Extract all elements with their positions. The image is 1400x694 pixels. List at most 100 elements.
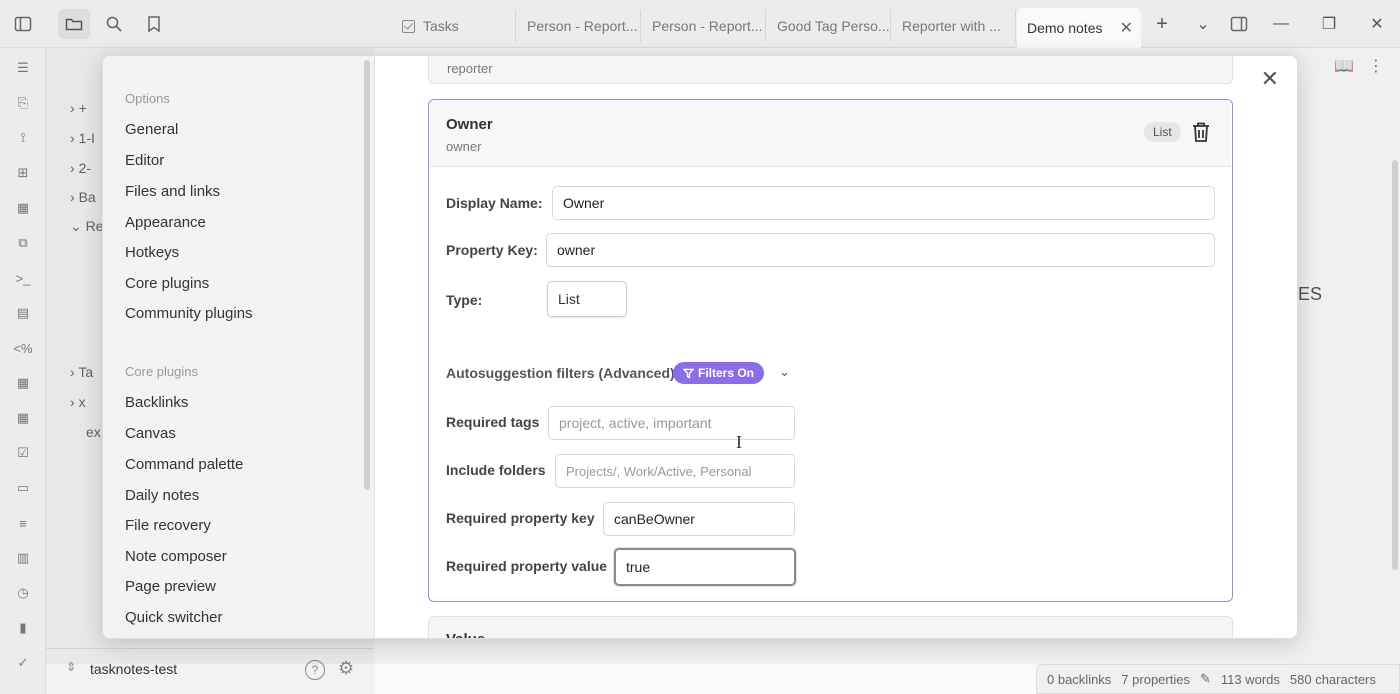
trash-icon[interactable] xyxy=(1191,121,1211,143)
nav-item-canvas[interactable]: Canvas xyxy=(125,425,176,442)
nav-item-editor[interactable]: Editor xyxy=(125,152,164,169)
tab-person-report-2[interactable]: Person - Report... xyxy=(642,10,766,42)
folder-icon[interactable] xyxy=(58,9,90,39)
word-count: 113 words xyxy=(1220,671,1280,687)
tab-demo-notes[interactable]: Demo notes ✕ xyxy=(1017,8,1141,48)
required-property-key-input[interactable] xyxy=(603,502,795,536)
nav-item-file-recovery[interactable]: File recovery xyxy=(125,517,211,534)
copy-icon[interactable]: ⧉ xyxy=(11,231,35,255)
nav-item-hotkeys[interactable]: Hotkeys xyxy=(125,244,179,261)
card-key: owner xyxy=(446,139,482,154)
include-folders-input[interactable] xyxy=(555,454,795,488)
status-bar: 0 backlinks 7 properties ✎ 113 words 580… xyxy=(1036,664,1400,694)
tab-tasks[interactable]: Tasks xyxy=(392,10,516,42)
settings-content: reporter Owner owner List Display Name: … xyxy=(375,56,1297,638)
checkbox-icon xyxy=(402,19,415,33)
tab-person-report-1[interactable]: Person - Report... xyxy=(517,10,641,42)
nav-heading-options: Options xyxy=(125,91,170,106)
required-tags-label: Required tags xyxy=(446,414,540,430)
nav-item-backlinks[interactable]: Backlinks xyxy=(125,394,188,411)
type-label: Type: xyxy=(446,292,483,308)
terminal-icon[interactable]: >_ xyxy=(11,266,35,290)
tab-good-tag-person[interactable]: Good Tag Perso... xyxy=(767,10,891,42)
filters-on-badge[interactable]: Filters On xyxy=(673,362,765,384)
nav-heading-core-plugins: Core plugins xyxy=(125,364,198,379)
minimize-icon[interactable]: — xyxy=(1268,12,1294,36)
new-tab-button[interactable]: + xyxy=(1149,12,1175,36)
type-badge: List xyxy=(1144,122,1181,142)
settings-nav: Options General Editor Files and links A… xyxy=(103,56,375,638)
layout-icon[interactable]: ▤ xyxy=(11,301,35,325)
edit-mode-icon[interactable]: ✎ xyxy=(1200,671,1211,687)
right-sidebar-toggle-icon[interactable] xyxy=(1226,12,1252,36)
display-name-input[interactable] xyxy=(552,186,1215,220)
graph-icon[interactable]: ⟟ xyxy=(11,126,35,150)
close-window-icon[interactable]: ✕ xyxy=(1364,12,1390,36)
bullet-list-icon[interactable]: ≡ xyxy=(11,511,35,535)
property-card-owner: Owner owner List Display Name: Property … xyxy=(428,99,1233,602)
template-icon[interactable]: <% xyxy=(11,336,35,360)
nav-item-note-composer[interactable]: Note composer xyxy=(125,548,227,565)
settings-modal: Options General Editor Files and links A… xyxy=(102,55,1298,639)
text-cursor-icon: I xyxy=(736,432,742,452)
nav-item-community-plugins[interactable]: Community plugins xyxy=(125,305,253,322)
calendar-days-icon[interactable]: ▦ xyxy=(11,406,35,430)
nav-item-quick-switcher[interactable]: Quick switcher xyxy=(125,609,223,626)
property-card-reporter: reporter xyxy=(428,56,1233,84)
nav-item-daily-notes[interactable]: Daily notes xyxy=(125,487,199,504)
filter-icon xyxy=(683,368,694,379)
nav-item-files-and-links[interactable]: Files and links xyxy=(125,183,220,200)
character-count: 580 characters xyxy=(1289,671,1376,687)
list-icon[interactable]: ☰ xyxy=(11,56,35,80)
nav-item-command-palette[interactable]: Command palette xyxy=(125,456,243,473)
calendar-plus-icon[interactable]: ▦ xyxy=(11,371,35,395)
filters-badge-label: Filters On xyxy=(698,366,755,380)
include-folders-label: Include folders xyxy=(446,462,546,478)
close-tab-icon[interactable]: ✕ xyxy=(1120,18,1133,38)
tab-label: Person - Report... xyxy=(652,18,763,34)
calendar-icon[interactable]: ▦ xyxy=(11,196,35,220)
property-key-input[interactable] xyxy=(546,233,1215,267)
tab-label: Good Tag Perso... xyxy=(777,18,890,34)
chart-icon[interactable]: ▮ xyxy=(11,616,35,640)
required-property-key-label: Required property key xyxy=(446,510,595,526)
property-card-value: Value xyxy=(428,616,1233,638)
property-key: reporter xyxy=(447,61,493,76)
left-ribbon: ☰ ⎘ ⟟ ⊞ ▦ ⧉ >_ ▤ <% ▦ ▦ ☑ ▭ ≡ ▥ ◷ ▮ ✓ xyxy=(0,48,46,694)
timer-icon[interactable]: ◷ xyxy=(11,581,35,605)
expand-chevron-icon[interactable]: ⌄ xyxy=(779,364,790,380)
nav-item-appearance[interactable]: Appearance xyxy=(125,214,206,231)
tab-label: Tasks xyxy=(423,18,459,34)
required-property-value-label: Required property value xyxy=(446,558,608,574)
file-icon[interactable]: ▭ xyxy=(11,476,35,500)
required-tags-input[interactable] xyxy=(548,406,795,440)
card-title: Owner xyxy=(446,116,493,133)
card-title: Value xyxy=(446,631,485,638)
nav-item-general[interactable]: General xyxy=(125,121,178,138)
check-all-icon[interactable]: ✓ xyxy=(11,651,35,675)
bookmark-icon[interactable] xyxy=(142,12,166,36)
tab-label: Person - Report... xyxy=(527,18,638,34)
file-export-icon[interactable]: ⎘ xyxy=(11,91,35,115)
grid-icon[interactable]: ⊞ xyxy=(11,161,35,185)
type-select[interactable]: List xyxy=(547,281,627,317)
card-header[interactable]: Owner owner List xyxy=(429,100,1231,167)
required-property-value-input[interactable] xyxy=(614,548,796,586)
title-bar: Tasks Person - Report... Person - Report… xyxy=(0,0,1400,48)
restore-icon[interactable]: ❐ xyxy=(1316,12,1342,36)
sidebar-toggle-icon[interactable] xyxy=(11,12,35,36)
tab-list-chevron-icon[interactable]: ⌄ xyxy=(1190,12,1216,36)
properties-count: 7 properties xyxy=(1121,671,1190,687)
task-check-icon[interactable]: ☑ xyxy=(11,441,35,465)
nav-scrollbar[interactable] xyxy=(364,60,370,490)
display-name-label: Display Name: xyxy=(446,195,543,211)
backlinks-count[interactable]: 0 backlinks xyxy=(1047,672,1111,687)
nav-item-page-preview[interactable]: Page preview xyxy=(125,578,216,595)
tab-label: Demo notes xyxy=(1027,20,1103,36)
search-icon[interactable] xyxy=(102,12,126,36)
tab-label: Reporter with ... xyxy=(902,18,1001,34)
tab-reporter-with[interactable]: Reporter with ... xyxy=(892,10,1016,42)
kanban-icon[interactable]: ▥ xyxy=(11,546,35,570)
autosuggestion-label: Autosuggestion filters (Advanced) xyxy=(446,365,675,381)
nav-item-core-plugins[interactable]: Core plugins xyxy=(125,275,209,292)
